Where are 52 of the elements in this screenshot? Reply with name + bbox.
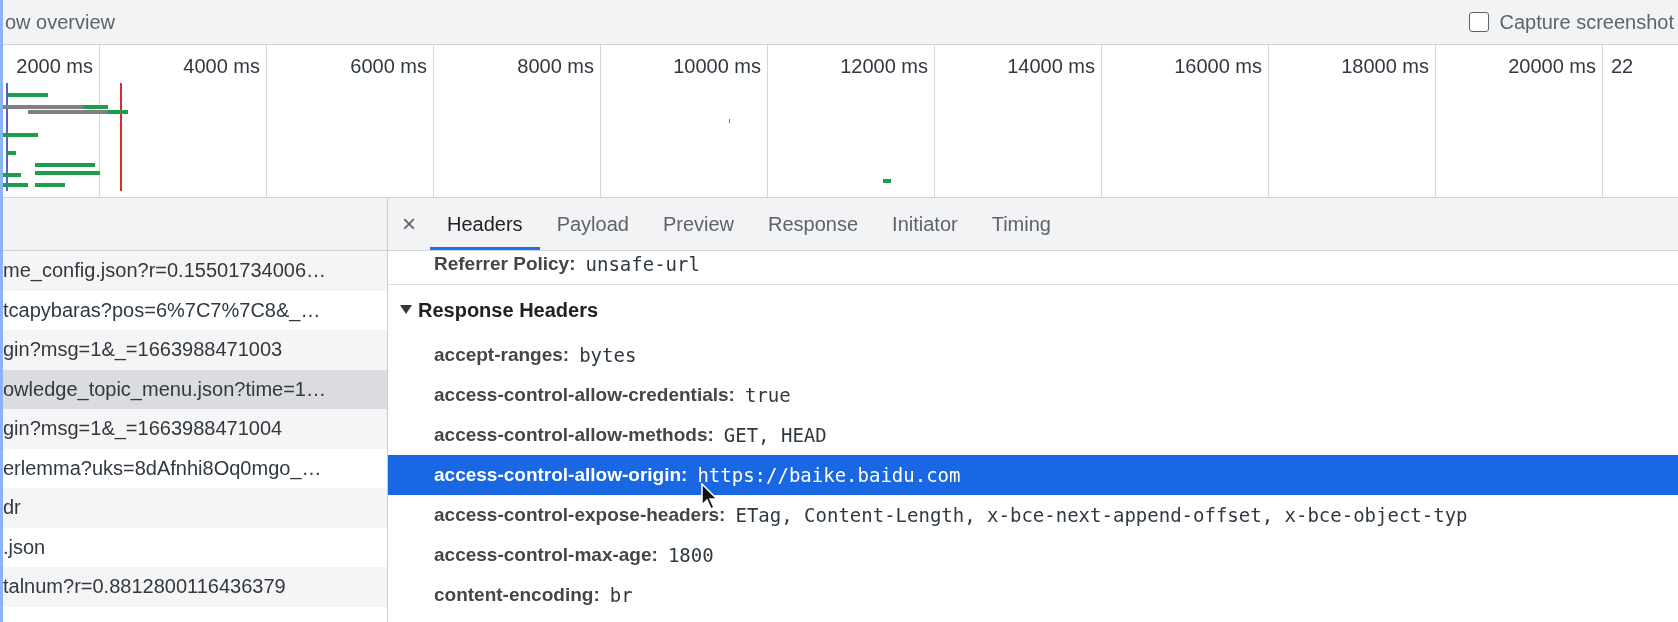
header-row[interactable]: access-control-allow-methods: GET, HEAD [388,415,1678,455]
time-tick: 4000 ms [183,55,260,78]
header-row[interactable]: content-encoding: br [388,575,1678,615]
close-button[interactable]: × [388,198,430,250]
header-row[interactable]: accept-ranges: bytes [388,335,1678,375]
time-tick: 2000 ms [16,55,93,78]
header-name: Referrer Policy: [434,253,576,275]
tab[interactable]: Payload [539,198,646,250]
header-value: bytes [579,344,637,366]
header-value: true [744,384,791,406]
header-value: unsafe-url [585,253,700,275]
header-row[interactable]: access-control-allow-origin: https://baike.baidu.com [388,455,1678,495]
request-row[interactable]: dr [3,488,387,528]
time-tick: 16000 ms [1174,55,1262,78]
tab[interactable]: Response [751,198,876,250]
header-name: accept-ranges: [434,344,570,366]
request-row[interactable]: gin?msg=1&_=1663988471003 [3,330,387,370]
request-row[interactable]: talnum?r=0.8812800116436379 [3,567,387,607]
request-row[interactable]: me_config.json?r=0.15501734006… [3,251,387,291]
time-tick: 10000 ms [673,55,761,78]
time-tick: 6000 ms [350,55,427,78]
header-row[interactable]: access-control-max-age: 1800 [388,535,1678,575]
request-row[interactable]: gin?msg=1&_=1663988471004 [3,409,387,449]
header-value: 1800 [667,544,714,566]
request-row[interactable]: owledge_topic_menu.json?time=1… [3,369,387,409]
header-name: access-control-allow-credentials: [434,384,735,406]
header-row[interactable]: access-control-allow-credentials: true [388,375,1678,415]
tab[interactable]: Preview [645,198,752,250]
header-name: access-control-expose-headers: [434,504,726,526]
tab[interactable]: Timing [974,198,1068,250]
header-value: https://baike.baidu.com [697,464,961,486]
overview-label: ow overview [5,10,116,34]
time-tick: 12000 ms [840,55,928,78]
checkbox[interactable] [1469,12,1490,32]
time-tick: 22 [1611,55,1634,78]
time-tick: 20000 ms [1508,55,1596,78]
time-tick: 14000 ms [1007,55,1095,78]
header-name: access-control-allow-origin: [434,464,688,486]
header-name: access-control-allow-methods: [434,424,714,446]
header-value: br [609,584,633,606]
checkbox-label: Capture screenshot [1499,10,1674,34]
expand-triangle-icon[interactable] [400,305,412,315]
time-tick: 18000 ms [1341,55,1429,78]
time-tick: 8000 ms [517,55,594,78]
header-name: content-encoding: [434,584,600,606]
header-name: access-control-max-age: [434,544,658,566]
header-row[interactable]: access-control-expose-headers: ETag, Content-Length, x-bce-next-append-offset, x-bce-object-typ [388,495,1678,535]
tab[interactable]: Headers [430,198,540,250]
header-value: ETag, Content-Length, x-bce-next-append-offset, x-bce-object-typ [735,504,1468,526]
header-value: GET, HEAD [723,424,827,446]
tab[interactable]: Initiator [875,198,975,250]
section-title: Response Headers [418,298,599,322]
